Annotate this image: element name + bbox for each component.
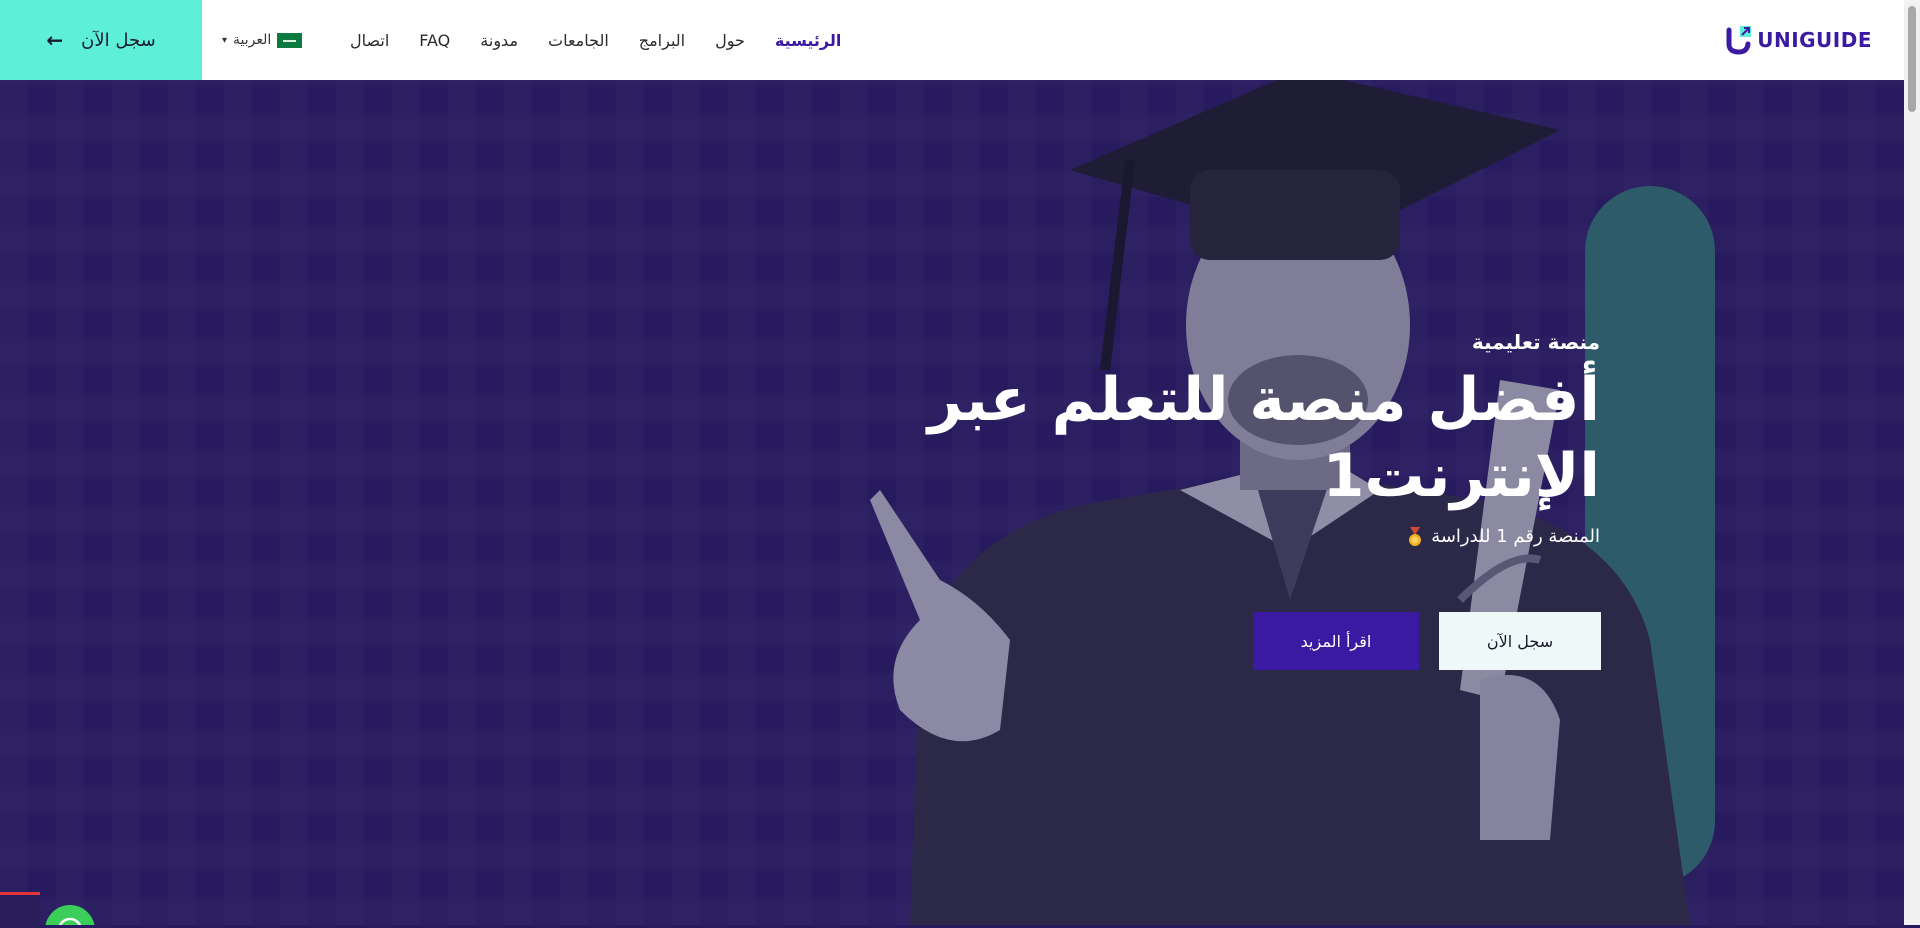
nav-faq[interactable]: FAQ (419, 31, 450, 50)
site-header: ← سجل الآن ▾ العربية اتصال FAQ مدونة الج… (0, 0, 1904, 81)
debug-toolbar-badge[interactable] (0, 892, 40, 928)
register-now-top-button[interactable]: ← سجل الآن (0, 0, 202, 80)
logo-text: UNIGUIDE (1757, 28, 1872, 52)
logo-mark-icon (1726, 26, 1752, 55)
whatsapp-icon (58, 917, 82, 925)
register-now-label: سجل الآن (81, 29, 156, 51)
hero-buttons: اقرأ المزيد سجل الآن (1253, 612, 1601, 670)
language-label: العربية (233, 32, 272, 48)
medal-icon (1409, 526, 1422, 546)
page-scrollbar[interactable] (1904, 0, 1920, 925)
hero-text-block: منصة تعليمية أفضل منصة للتعلم عبر الإنتر… (900, 330, 1600, 547)
nav-home[interactable]: الرئيسية (775, 31, 842, 50)
nav-universities[interactable]: الجامعات (548, 31, 609, 50)
hero-headline: أفضل منصة للتعلم عبر الإنترنت1 (927, 365, 1600, 511)
nav-programs[interactable]: البرامج (639, 31, 685, 50)
register-now-button[interactable]: سجل الآن (1439, 612, 1601, 670)
hero-section: منصة تعليمية أفضل منصة للتعلم عبر الإنتر… (0, 80, 1904, 925)
nav-blog[interactable]: مدونة (480, 31, 518, 50)
scrollbar-thumb[interactable] (1908, 6, 1916, 112)
read-more-button[interactable]: اقرأ المزيد (1253, 612, 1419, 670)
language-selector[interactable]: ▾ العربية (222, 0, 303, 80)
saudi-flag-icon (277, 32, 303, 48)
chevron-down-icon: ▾ (222, 34, 228, 46)
hero-subtitle-row: المنصة رقم 1 للدراسة (900, 526, 1600, 547)
main-nav: اتصال FAQ مدونة الجامعات البرامج حول الر… (350, 0, 841, 80)
arrow-left-icon: ← (46, 28, 64, 52)
hero-eyebrow: منصة تعليمية (1471, 330, 1600, 354)
hero-subtitle: المنصة رقم 1 للدراسة (1431, 526, 1600, 547)
nav-about[interactable]: حول (715, 31, 745, 50)
site-logo[interactable]: UNIGUIDE (1725, 22, 1872, 58)
nav-contact[interactable]: اتصال (350, 31, 389, 50)
whatsapp-chat-button[interactable] (45, 905, 95, 925)
